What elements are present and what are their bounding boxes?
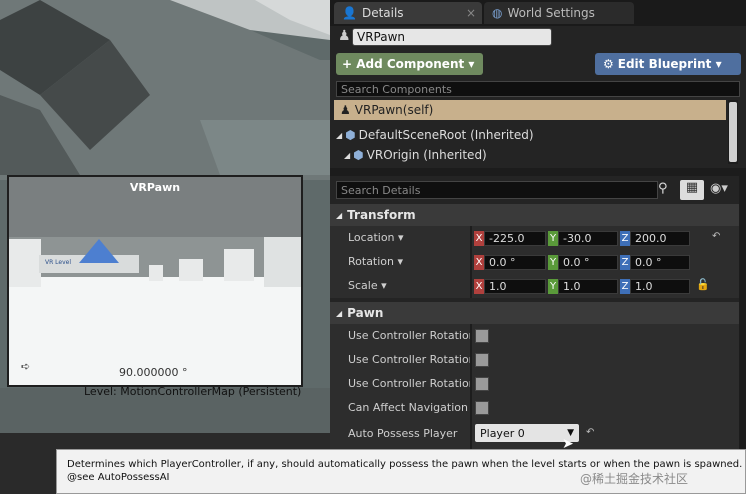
axis-x-label: X <box>474 279 484 294</box>
location-z-field[interactable]: 200.0 <box>630 231 690 246</box>
auto-possess-player-label: Auto Possess Player <box>348 427 458 440</box>
component-item-default-scene-root[interactable]: ◢ ⬢ DefaultSceneRoot (Inherited) <box>336 128 534 142</box>
property-matrix-icon[interactable]: ▦ <box>680 180 704 200</box>
scale-label[interactable]: Scale ▾ <box>348 279 387 292</box>
collapse-arrow-icon: ◢ <box>336 308 343 318</box>
use-controller-rotation-pitch-label: Use Controller Rotation P <box>348 329 470 342</box>
search-icon[interactable]: ⚲ <box>658 181 674 199</box>
axis-y-label: Y <box>548 231 558 246</box>
pawn-title: Pawn <box>347 306 384 320</box>
collapse-arrow-icon: ◢ <box>336 210 343 220</box>
globe-icon: ◍ <box>492 6 503 20</box>
component-item-self-label: VRPawn(self) <box>354 103 434 117</box>
scale-y-field[interactable]: 1.0 <box>558 279 618 294</box>
axis-y-label: Y <box>548 255 558 270</box>
details-icon: 👤 <box>342 6 357 20</box>
edit-blueprint-label: Edit Blueprint ▾ <box>617 57 722 71</box>
preview-sign-text: VR Level <box>45 259 72 266</box>
column-divider <box>470 226 472 298</box>
axis-z-label: Z <box>620 279 630 294</box>
use-controller-rotation-pitch-checkbox[interactable] <box>475 329 489 343</box>
components-scrollbar[interactable] <box>728 100 738 164</box>
tab-world-settings-label: World Settings <box>507 6 595 20</box>
use-controller-rotation-roll-checkbox[interactable] <box>475 377 489 391</box>
details-scrollbar[interactable] <box>739 176 746 450</box>
search-components-input[interactable]: Search Components <box>336 81 740 97</box>
preview-title: VRPawn <box>129 181 181 194</box>
level-viewport[interactable]: VRPawn VR Level ➪ 90.000000 ° Level: Mot… <box>0 0 330 494</box>
reset-icon[interactable]: ↶ <box>586 427 594 438</box>
location-label[interactable]: Location ▾ <box>348 231 404 244</box>
rotation-z-field[interactable]: 0.0 ° <box>630 255 690 270</box>
location-x-field[interactable]: -225.0 <box>484 231 546 246</box>
can-affect-navigation-checkbox[interactable] <box>475 401 489 415</box>
location-y-field[interactable]: -30.0 <box>558 231 618 246</box>
splitter[interactable] <box>330 168 746 176</box>
actor-icon: ♟ <box>338 28 351 44</box>
column-divider <box>470 324 472 450</box>
camera-preview: VRPawn VR Level ➪ 90.000000 ° <box>7 175 303 387</box>
axis-y-label: Y <box>548 279 558 294</box>
scene-component-icon: ⬢ <box>353 148 364 162</box>
component-label: VROrigin (Inherited) <box>366 148 487 162</box>
camera-icon: ➪ <box>21 360 31 373</box>
blueprint-icon: ⚙ <box>603 57 614 71</box>
scale-x-field[interactable]: 1.0 <box>484 279 546 294</box>
scene-component-icon: ⬢ <box>345 128 356 142</box>
eye-icon[interactable]: ◉▾ <box>710 181 728 196</box>
close-icon[interactable]: × <box>466 6 476 20</box>
component-label: DefaultSceneRoot (Inherited) <box>358 128 534 142</box>
axis-x-label: X <box>474 255 484 270</box>
auto-possess-player-value: Player 0 <box>480 426 525 440</box>
component-item-self[interactable]: ♟ VRPawn(self) <box>334 100 726 120</box>
edit-blueprint-button[interactable]: ⚙ Edit Blueprint ▾ <box>595 53 741 75</box>
preview-angle: 90.000000 ° <box>119 366 188 379</box>
level-label: Level: MotionControllerMap (Persistent) <box>84 385 302 398</box>
can-affect-navigation-label: Can Affect Navigation G <box>348 401 470 414</box>
axis-z-label: Z <box>620 255 630 270</box>
rotation-label[interactable]: Rotation ▾ <box>348 255 403 268</box>
tab-details-label: Details <box>361 6 404 20</box>
rotation-y-field[interactable]: 0.0 ° <box>558 255 618 270</box>
use-controller-rotation-yaw-checkbox[interactable] <box>475 353 489 367</box>
tab-world-settings[interactable]: ◍ World Settings <box>484 2 634 24</box>
collapse-arrow-icon: ◢ <box>336 130 343 140</box>
watermark: @稀土掘金技术社区 <box>580 472 689 486</box>
axis-x-label: X <box>474 231 484 246</box>
actor-name-field[interactable]: VRPawn <box>352 28 552 46</box>
search-details-input[interactable]: Search Details <box>336 181 658 199</box>
collapse-arrow-icon: ◢ <box>344 150 351 160</box>
add-component-button[interactable]: + Add Component ▾ <box>336 53 483 75</box>
rotation-x-field[interactable]: 0.0 ° <box>484 255 546 270</box>
axis-z-label: Z <box>620 231 630 246</box>
transform-section-header[interactable]: ◢ Transform <box>330 204 746 226</box>
transform-title: Transform <box>347 208 416 222</box>
pawn-icon: ♟ <box>340 103 351 117</box>
preview-scene <box>9 177 301 385</box>
tab-details[interactable]: 👤 Details × <box>334 2 482 24</box>
pawn-section-header[interactable]: ◢ Pawn <box>330 302 746 324</box>
use-controller-rotation-yaw-label: Use Controller Rotation Y <box>348 353 470 366</box>
reset-icon[interactable]: ↶ <box>712 231 720 242</box>
scale-z-field[interactable]: 1.0 <box>630 279 690 294</box>
details-panel: 👤 Details × ◍ World Settings ♟ VRPawn + … <box>330 0 746 494</box>
lock-icon[interactable]: 🔓 <box>696 278 710 291</box>
component-item-vr-origin[interactable]: ◢ ⬢ VROrigin (Inherited) <box>344 148 487 162</box>
use-controller-rotation-roll-label: Use Controller Rotation R <box>348 377 470 390</box>
